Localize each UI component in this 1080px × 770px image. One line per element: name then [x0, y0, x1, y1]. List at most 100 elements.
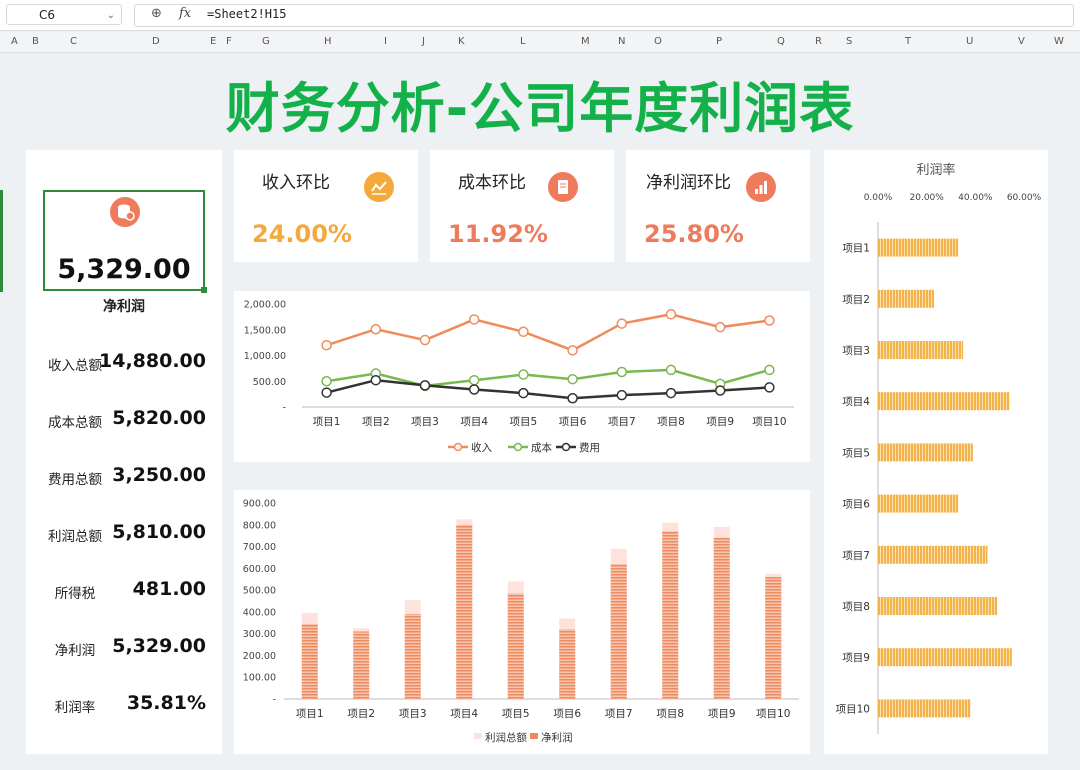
x-tick-label: 项目9 — [706, 416, 734, 428]
metric-value: 14,880.00 — [99, 350, 206, 372]
column-letter[interactable]: R — [815, 36, 822, 47]
line-chart-panel[interactable]: 2,000.00 1,500.00 1,000.00 500.00 - 项目1 项目2 项目3… — [234, 291, 810, 462]
row-selection-indicator — [0, 190, 3, 292]
data-point — [370, 374, 382, 386]
y-tick-label: 项目10 — [836, 703, 870, 715]
data-point — [468, 384, 480, 395]
kpi-title: 净利润环比 — [646, 173, 731, 193]
column-letter[interactable]: G — [262, 36, 270, 47]
y-tick-label: 项目6 — [842, 499, 870, 511]
kpi-title: 收入环比 — [262, 173, 330, 193]
legend-marker — [513, 442, 523, 452]
bar-profit-rate — [878, 392, 1010, 411]
formula-input-area[interactable]: ⊕ fx =Sheet2!H15 — [134, 4, 1074, 27]
profit-rate-chart: 利润率 0.00% 20.00% 40.00% 60.00% 项目1 项目2 项目3 项目4 项目… — [836, 162, 1042, 734]
column-letter[interactable]: T — [905, 36, 911, 47]
fx-icon[interactable]: fx — [179, 6, 191, 21]
column-letter[interactable]: P — [716, 36, 722, 47]
y-tick-label: 500.00 — [243, 586, 276, 597]
net-profit-value: 5,329.00 — [57, 254, 191, 285]
data-point — [567, 345, 578, 356]
column-letter[interactable]: K — [458, 36, 465, 47]
y-tick-label: 项目3 — [842, 345, 870, 357]
x-tick-label: 项目10 — [756, 708, 790, 720]
kpi-value: 24.00% — [252, 220, 352, 248]
legend-label: 成本 — [531, 441, 552, 454]
data-point — [665, 364, 677, 376]
column-letter[interactable]: I — [384, 36, 387, 47]
legend-label: 利润总额 — [485, 731, 527, 744]
x-tick-label: 项目4 — [450, 708, 478, 720]
column-letter[interactable]: M — [581, 36, 590, 47]
column-letter[interactable]: A — [11, 36, 18, 47]
dashboard-title: 财务分析-公司年度利润表 — [225, 77, 855, 140]
name-box[interactable]: C6 ⌄ — [6, 4, 122, 25]
chevron-down-icon[interactable]: ⌄ — [107, 5, 115, 26]
y-tick-label: 1,500.00 — [244, 325, 286, 336]
column-letter[interactable]: O — [654, 36, 662, 47]
formula-input[interactable]: =Sheet2!H15 — [207, 7, 286, 21]
x-tick-label: 项目9 — [708, 708, 736, 720]
bar-profit-rate — [878, 597, 998, 615]
y-tick-label: - — [273, 695, 276, 706]
column-letter[interactable]: N — [618, 36, 625, 47]
column-letter[interactable]: E — [210, 36, 216, 47]
data-point — [518, 387, 529, 399]
data-point — [468, 314, 480, 325]
column-letter[interactable]: V — [1018, 36, 1025, 47]
y-tick-label: - — [283, 403, 286, 414]
column-letter[interactable]: H — [324, 36, 332, 47]
data-point — [567, 373, 578, 385]
data-point — [764, 315, 775, 326]
y-tick-label: 400.00 — [243, 607, 276, 618]
column-letter[interactable]: Q — [777, 36, 785, 47]
bar-profit-rate — [878, 545, 988, 564]
y-tick-label: 900.00 — [243, 499, 276, 510]
legend-swatch — [474, 733, 482, 739]
column-letter[interactable]: D — [152, 36, 160, 47]
column-header[interactable]: A B C D EF G H I J K L M N O P Q R S T U V W — [0, 32, 1080, 53]
data-point — [616, 366, 628, 378]
formula-bar: C6 ⌄ ⊕ fx =Sheet2!H15 — [0, 0, 1080, 31]
column-letter[interactable]: U — [966, 36, 973, 47]
data-point — [714, 385, 726, 396]
zoom-icon[interactable]: ⊕ — [151, 6, 162, 21]
bar-net-profit — [353, 631, 370, 699]
column-letter[interactable]: J — [422, 36, 425, 47]
column-letter[interactable]: C — [70, 36, 77, 47]
bar-net-profit — [713, 537, 730, 699]
column-letter[interactable]: W — [1054, 36, 1064, 47]
kpi-card-income: 收入环比 24.00% — [234, 150, 418, 262]
x-tick-label: 项目1 — [313, 416, 341, 428]
column-chart-panel[interactable]: 900.00 800.00 700.00 600.00 500.00 400.00 300.… — [234, 490, 810, 754]
column-letter[interactable]: B — [32, 36, 39, 47]
column-letter[interactable]: F — [226, 36, 232, 47]
bar-net-profit — [662, 531, 679, 699]
x-tick-label: 项目2 — [347, 708, 375, 720]
net-profit-label: 净利润 — [103, 299, 145, 315]
data-point — [665, 387, 677, 399]
series-line — [326, 313, 770, 352]
data-point — [321, 387, 332, 398]
column-letter[interactable]: S — [846, 36, 852, 47]
data-point — [370, 323, 382, 335]
series-line — [326, 368, 770, 388]
column-letter[interactable]: L — [520, 36, 526, 47]
x-tick-label: 项目7 — [608, 416, 636, 428]
y-tick-label: 项目9 — [842, 652, 870, 664]
x-tick-label: 项目1 — [296, 708, 324, 720]
metric-value: 481.00 — [132, 578, 206, 600]
metric-value: 5,810.00 — [112, 521, 206, 543]
column-chart: 900.00 800.00 700.00 600.00 500.00 400.00 300.… — [243, 499, 799, 744]
profit-rate-panel[interactable]: 利润率 0.00% 20.00% 40.00% 60.00% 项目1 项目2 项目3 项目4 项目… — [824, 150, 1048, 754]
x-tick-label: 项目6 — [559, 416, 587, 428]
y-tick-label: 项目1 — [842, 243, 870, 255]
data-point — [764, 364, 775, 376]
x-tick-label: 项目3 — [399, 708, 427, 720]
fill-handle[interactable] — [201, 287, 207, 293]
y-tick-label: 项目2 — [842, 294, 870, 306]
y-tick-label: 项目4 — [842, 396, 870, 408]
bar-profit-rate — [878, 443, 973, 462]
bar-profit-rate — [878, 648, 1012, 667]
data-point — [567, 392, 578, 404]
